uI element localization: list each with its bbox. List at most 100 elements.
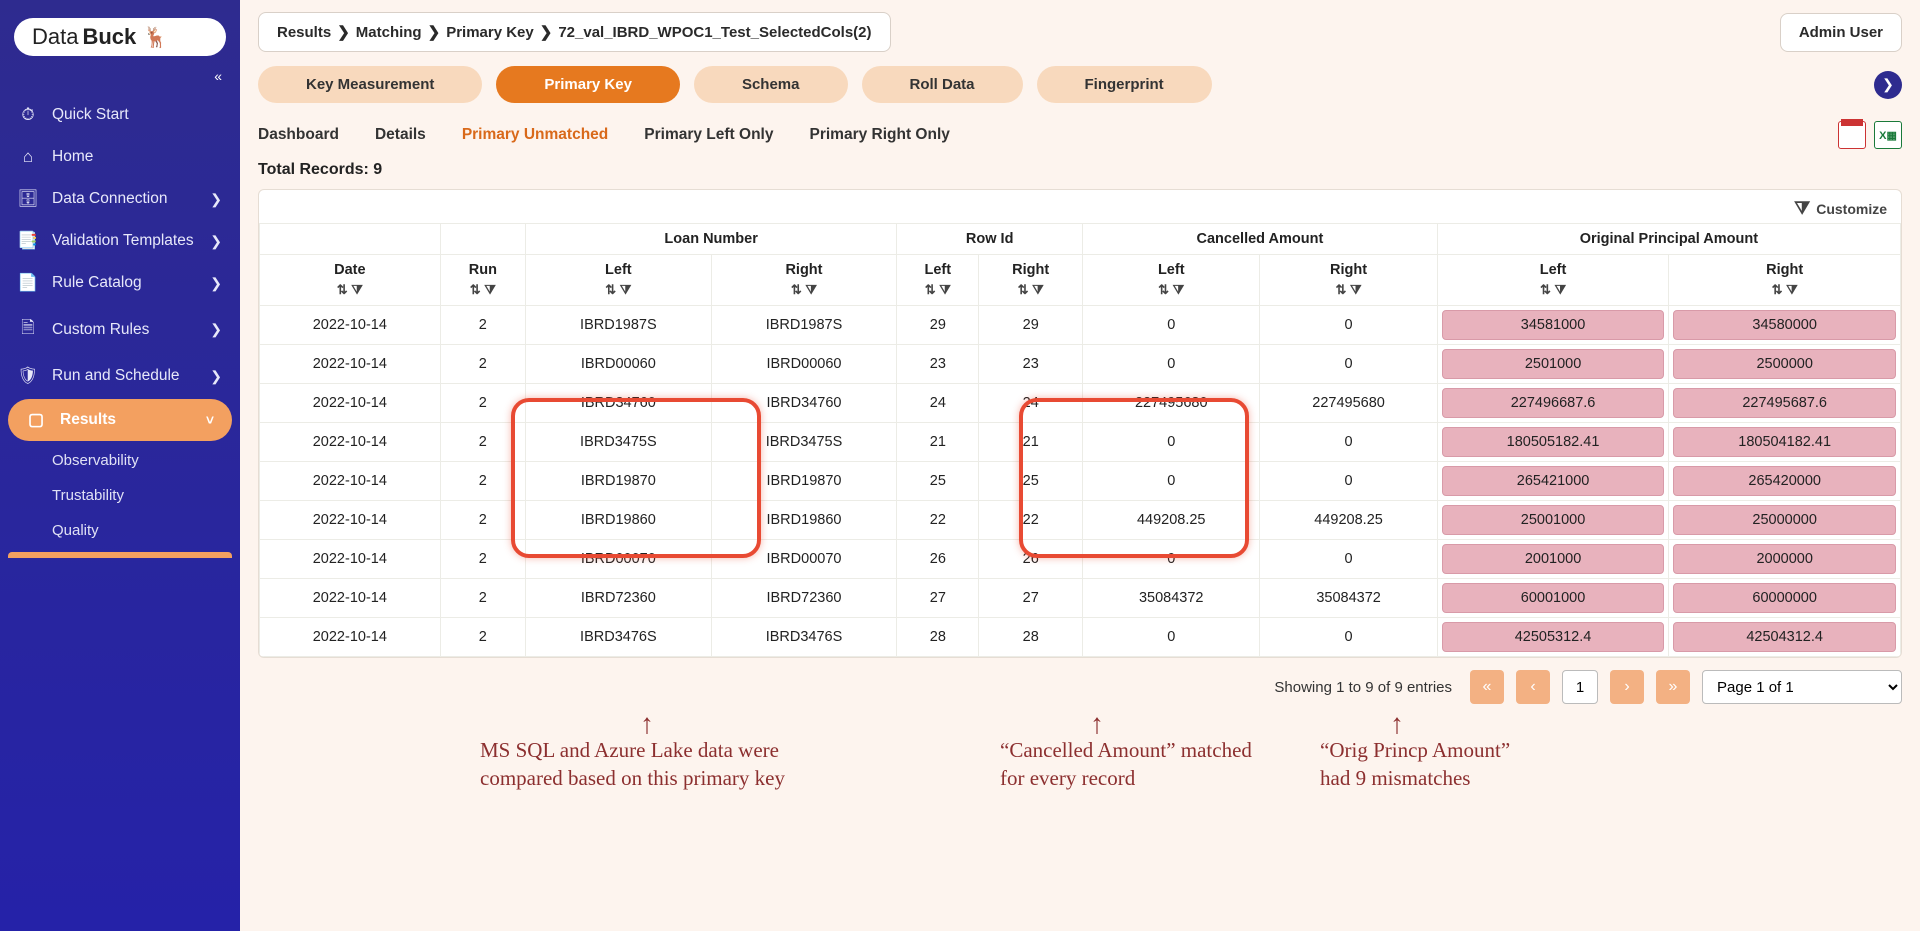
subtab-details[interactable]: Details [375, 126, 426, 144]
sidebar-subitem-observability[interactable]: Observability [0, 443, 240, 478]
table-cell-mismatch: 2000000 [1669, 540, 1901, 579]
nav-icon: ⌂ [18, 147, 38, 167]
table-cell: IBRD19860 [526, 501, 712, 540]
col-header-left[interactable]: Left⇅ ⧩ [897, 255, 979, 306]
col-header-left[interactable]: Left⇅ ⧩ [526, 255, 712, 306]
sidebar-item-home[interactable]: ⌂ Home [0, 136, 240, 178]
breadcrumb: Results ❯ Matching ❯ Primary Key ❯ 72_va… [258, 12, 891, 52]
subtab-primary-left-only[interactable]: Primary Left Only [644, 126, 773, 144]
table-cell-mismatch: 265420000 [1669, 462, 1901, 501]
sidebar-item-run-and-schedule[interactable]: 🛡Run and Schedule❯ [0, 355, 240, 397]
nav-label: Rule Catalog [52, 274, 142, 292]
pill-schema[interactable]: Schema [694, 66, 848, 103]
nav-label: Custom Rules [52, 321, 149, 339]
sort-filter-icon[interactable]: ⇅ ⧩ [1266, 282, 1430, 298]
sidebar: DataBuck🦌 « ⏱Quick Start ⌂ Home 🗄Data Conne… [0, 0, 240, 931]
logo: DataBuck🦌 [14, 18, 226, 56]
total-records-value: 9 [373, 161, 382, 178]
pager-first-button[interactable]: « [1470, 670, 1504, 704]
pager-page-input[interactable] [1562, 670, 1598, 704]
pager-next-button[interactable]: › [1610, 670, 1644, 704]
table-cell: IBRD19870 [526, 462, 712, 501]
sidebar-item-quick-start[interactable]: ⏱Quick Start [0, 94, 240, 136]
pill-key-measurement[interactable]: Key Measurement [258, 66, 482, 103]
nav-highlight [8, 552, 232, 558]
table-row: 2022-10-142IBRD00060IBRD0006023230025010… [260, 345, 1901, 384]
subtab-primary-unmatched[interactable]: Primary Unmatched [462, 126, 608, 144]
table-cell: IBRD19860 [711, 501, 897, 540]
sort-filter-icon[interactable]: ⇅ ⧩ [903, 282, 972, 298]
breadcrumb-item[interactable]: Results [277, 24, 331, 41]
col-header-left[interactable]: Left⇅ ⧩ [1083, 255, 1260, 306]
nav-icon: 📑 [18, 231, 38, 251]
col-header-right[interactable]: Right⇅ ⧩ [1260, 255, 1437, 306]
sort-filter-icon[interactable]: ⇅ ⧩ [985, 282, 1076, 298]
sidebar-item-custom-rules[interactable]: 🗎Custom Rules❯ [0, 304, 240, 355]
table-cell: 0 [1260, 540, 1437, 579]
nav-label: Results [60, 411, 116, 429]
pager-page-select[interactable]: Page 1 of 1 [1702, 670, 1902, 704]
customize-button[interactable]: ⧩ Customize [259, 190, 1901, 223]
table-cell: 2 [440, 501, 525, 540]
sidebar-item-rule-catalog[interactable]: 📄Rule Catalog❯ [0, 262, 240, 304]
table-cell: 2022-10-14 [260, 345, 441, 384]
nav-label: Home [52, 148, 93, 166]
pager-prev-button[interactable]: ‹ [1516, 670, 1550, 704]
sort-filter-icon[interactable]: ⇅ ⧩ [532, 282, 705, 298]
sort-filter-icon[interactable]: ⇅ ⧩ [1089, 282, 1253, 298]
table-cell: IBRD3475S [526, 423, 712, 462]
table-cell: 23 [979, 345, 1083, 384]
annotation-text-1: MS SQL and Azure Lake data were compared… [480, 736, 800, 793]
sort-filter-icon[interactable]: ⇅ ⧩ [718, 282, 891, 298]
pager-last-button[interactable]: » [1656, 670, 1690, 704]
table-cell: 227495680 [1083, 384, 1260, 423]
table-cell: 2 [440, 423, 525, 462]
sort-filter-icon[interactable]: ⇅ ⧩ [447, 282, 519, 298]
sidebar-item-validation-templates[interactable]: 📑Validation Templates❯ [0, 220, 240, 262]
pill-fingerprint[interactable]: Fingerprint [1037, 66, 1212, 103]
pill-primary-key[interactable]: Primary Key [496, 66, 680, 103]
table-cell: 2 [440, 384, 525, 423]
breadcrumb-item[interactable]: 72_val_IBRD_WPOC1_Test_SelectedCols(2) [558, 24, 871, 41]
table-cell: IBRD00060 [526, 345, 712, 384]
col-header-date[interactable]: Date⇅ ⧩ [260, 255, 441, 306]
export-pdf-button[interactable] [1838, 121, 1866, 149]
subtab-dashboard[interactable]: Dashboard [258, 126, 339, 144]
col-header-run[interactable]: Run⇅ ⧩ [440, 255, 525, 306]
breadcrumb-item[interactable]: Matching [356, 24, 422, 41]
sidebar-subitem-quality[interactable]: Quality [0, 513, 240, 548]
pill-roll-data[interactable]: Roll Data [862, 66, 1023, 103]
table-cell: 2 [440, 462, 525, 501]
group-header: Cancelled Amount [1083, 224, 1438, 255]
table-cell: 24 [897, 384, 979, 423]
subtab-primary-right-only[interactable]: Primary Right Only [809, 126, 949, 144]
breadcrumb-item[interactable]: Primary Key [446, 24, 534, 41]
table-row: 2022-10-142IBRD3475SIBRD3475S21210018050… [260, 423, 1901, 462]
export-excel-button[interactable]: X▦ [1874, 121, 1902, 149]
table-cell: 25 [979, 462, 1083, 501]
table-cell: 35084372 [1083, 579, 1260, 618]
table-cell: 2 [440, 345, 525, 384]
nav-label: Quick Start [52, 106, 129, 124]
table-row: 2022-10-142IBRD19860IBRD198602222449208.… [260, 501, 1901, 540]
sort-filter-icon[interactable]: ⇅ ⧩ [266, 282, 434, 298]
sidebar-subitem-trustability[interactable]: Trustability [0, 478, 240, 513]
scroll-right-button[interactable]: ❯ [1874, 71, 1902, 99]
collapse-sidebar-button[interactable]: « [0, 64, 240, 94]
col-header-right[interactable]: Right⇅ ⧩ [979, 255, 1083, 306]
sidebar-item-results[interactable]: ▢Results˅ [8, 399, 232, 441]
table-cell: IBRD34760 [711, 384, 897, 423]
col-header-left[interactable]: Left⇅ ⧩ [1437, 255, 1669, 306]
nav-icon: ▢ [26, 410, 46, 430]
table-cell-mismatch: 60001000 [1437, 579, 1669, 618]
col-header-right[interactable]: Right⇅ ⧩ [1669, 255, 1901, 306]
table-cell: 29 [979, 306, 1083, 345]
col-header-right[interactable]: Right⇅ ⧩ [711, 255, 897, 306]
table-cell: 21 [897, 423, 979, 462]
user-menu[interactable]: Admin User [1780, 13, 1902, 52]
sidebar-item-data-connection[interactable]: 🗄Data Connection❯ [0, 178, 240, 220]
sort-filter-icon[interactable]: ⇅ ⧩ [1444, 282, 1663, 298]
table-cell-mismatch: 265421000 [1437, 462, 1669, 501]
table-cell: 2 [440, 618, 525, 657]
sort-filter-icon[interactable]: ⇅ ⧩ [1675, 282, 1894, 298]
